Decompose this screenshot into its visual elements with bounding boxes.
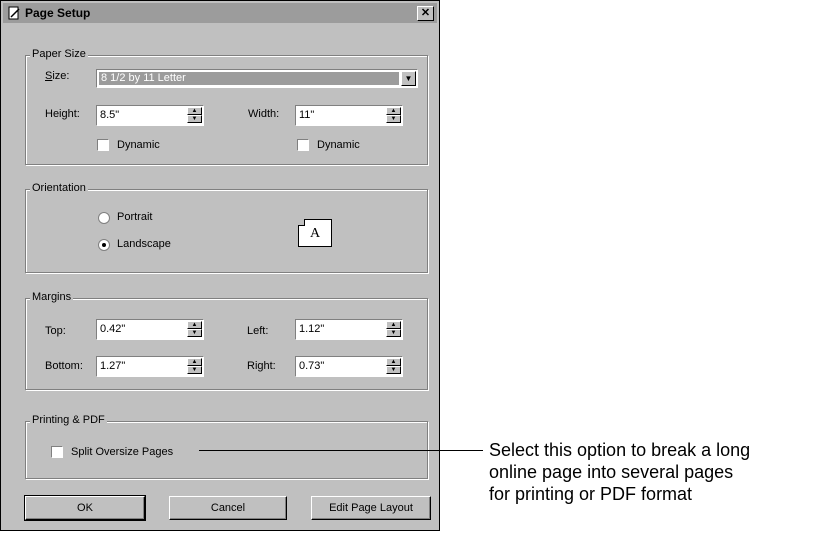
title-bar[interactable]: Page Setup ✕ [3, 3, 437, 23]
width-label: Width: [248, 108, 280, 120]
height-label: Height: [45, 108, 80, 120]
spin-down-icon[interactable]: ▼ [187, 115, 202, 123]
bottom-margin-stepper[interactable]: 1.27" ▲ ▼ [96, 356, 204, 377]
paper-size-legend: Paper Size [30, 48, 88, 60]
callout-line-2: online page into several pages [489, 462, 734, 482]
dynamic-height-label: Dynamic [117, 139, 160, 151]
top-spin-buttons[interactable]: ▲ ▼ [187, 321, 202, 338]
page-setup-icon [8, 6, 20, 20]
callout-text: Select this option to break a long onlin… [489, 439, 809, 505]
height-value: 8.5" [100, 109, 120, 121]
spin-up-icon[interactable]: ▲ [187, 358, 202, 366]
spin-down-icon[interactable]: ▼ [386, 115, 401, 123]
size-select[interactable]: 8 1/2 by 11 Letter ▼ [96, 69, 418, 88]
spin-up-icon[interactable]: ▲ [386, 358, 401, 366]
edit-page-layout-button[interactable]: Edit Page Layout [311, 496, 431, 520]
bottom-margin-value: 1.27" [100, 360, 126, 372]
top-margin-stepper[interactable]: 0.42" ▲ ▼ [96, 319, 204, 340]
bottom-spin-buttons[interactable]: ▲ ▼ [187, 358, 202, 375]
left-spin-buttons[interactable]: ▲ ▼ [386, 321, 401, 338]
dynamic-height-checkbox[interactable] [97, 139, 109, 151]
left-label: Left: [247, 325, 269, 337]
right-spin-buttons[interactable]: ▲ ▼ [386, 358, 401, 375]
close-button[interactable]: ✕ [417, 6, 434, 21]
top-margin-value: 0.42" [100, 323, 126, 335]
page-setup-dialog: Page Setup ✕ Paper Size Size: 8 1/2 by 1… [0, 0, 440, 531]
portrait-radio[interactable] [98, 212, 110, 224]
spin-down-icon[interactable]: ▼ [187, 366, 202, 374]
spin-down-icon[interactable]: ▼ [386, 366, 401, 374]
cancel-button[interactable]: Cancel [169, 496, 287, 520]
margins-legend: Margins [30, 291, 74, 303]
portrait-label: Portrait [117, 211, 153, 223]
spin-up-icon[interactable]: ▲ [386, 321, 401, 329]
spin-up-icon[interactable]: ▲ [386, 107, 401, 115]
right-label: Right: [247, 360, 276, 372]
orientation-preview: A [298, 219, 332, 247]
split-oversize-label: Split Oversize Pages [71, 446, 174, 458]
top-label: Top: [45, 325, 66, 337]
spin-down-icon[interactable]: ▼ [386, 329, 401, 337]
split-oversize-checkbox[interactable] [51, 446, 63, 458]
chevron-down-icon[interactable]: ▼ [401, 71, 416, 86]
callout-leader-line [199, 450, 483, 451]
dialog-title: Page Setup [25, 6, 91, 20]
right-margin-stepper[interactable]: 0.73" ▲ ▼ [295, 356, 403, 377]
width-spin-buttons[interactable]: ▲ ▼ [386, 107, 401, 124]
spin-up-icon[interactable]: ▲ [187, 321, 202, 329]
width-value: 11" [299, 109, 315, 121]
dynamic-width-checkbox[interactable] [297, 139, 309, 151]
size-label: Size: [45, 70, 70, 82]
bottom-label: Bottom: [45, 360, 83, 372]
height-stepper[interactable]: 8.5" ▲ ▼ [96, 105, 204, 126]
size-select-value: 8 1/2 by 11 Letter [99, 72, 399, 85]
callout-line-1: Select this option to break a long [489, 440, 751, 460]
orientation-group: Orientation [25, 182, 428, 273]
ok-button[interactable]: OK [24, 495, 146, 521]
landscape-label: Landscape [117, 238, 171, 250]
right-margin-value: 0.73" [299, 360, 325, 372]
spin-down-icon[interactable]: ▼ [187, 329, 202, 337]
landscape-radio[interactable] [98, 239, 110, 251]
preview-letter: A [309, 226, 321, 241]
left-margin-value: 1.12" [299, 323, 325, 335]
dynamic-width-label: Dynamic [317, 139, 360, 151]
width-stepper[interactable]: 11" ▲ ▼ [295, 105, 403, 126]
callout-line-3: for printing or PDF format [489, 484, 693, 504]
left-margin-stepper[interactable]: 1.12" ▲ ▼ [295, 319, 403, 340]
spin-up-icon[interactable]: ▲ [187, 107, 202, 115]
orientation-legend: Orientation [30, 182, 88, 194]
printing-pdf-legend: Printing & PDF [30, 414, 107, 426]
height-spin-buttons[interactable]: ▲ ▼ [187, 107, 202, 124]
